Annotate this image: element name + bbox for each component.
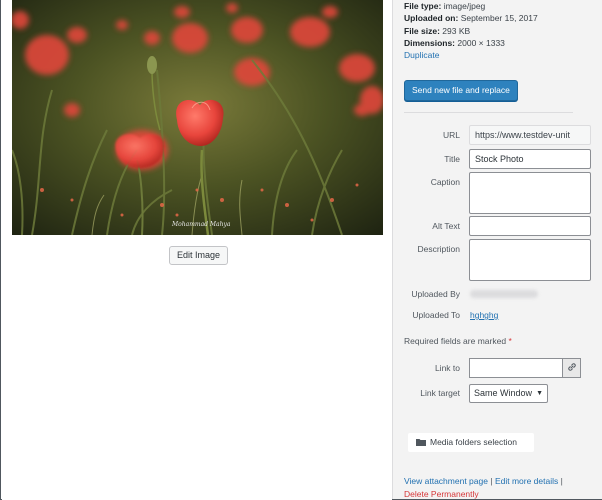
url-label: URL xyxy=(442,130,460,140)
file-meta: File type: image/jpeg Uploaded on: Septe… xyxy=(404,0,538,61)
required-star: * xyxy=(508,336,512,346)
delete-permanently-link[interactable]: Delete Permanently xyxy=(404,489,479,499)
image-preview-area: Mohammad Mahya Edit Image xyxy=(2,0,392,500)
link-to-label: Link to xyxy=(434,363,460,373)
caption-label: Caption xyxy=(430,177,460,187)
photo-watermark: Mohammad Mahya xyxy=(171,221,231,228)
title-label: Title xyxy=(444,154,460,164)
uploaded-to-label: Uploaded To xyxy=(412,310,460,320)
uploaded-by-value-redacted xyxy=(470,290,538,298)
media-folders-selection-button[interactable]: Media folders selection xyxy=(408,433,534,452)
link-to-input[interactable] xyxy=(469,358,563,378)
attachment-details-panel: Mohammad Mahya Edit Image File type: ima… xyxy=(0,0,602,500)
link-target-select[interactable]: Same Window ▼ xyxy=(469,384,548,403)
link-to-button[interactable] xyxy=(563,358,581,378)
dimensions-row: Dimensions: 2000 × 1333 xyxy=(404,37,505,48)
edit-image-button[interactable]: Edit Image xyxy=(169,246,229,265)
duplicate-link[interactable]: Duplicate xyxy=(404,50,439,60)
attachment-sidebar: File type: image/jpeg Uploaded on: Septe… xyxy=(392,0,602,499)
required-fields-note: Required fields are marked * xyxy=(404,336,512,346)
alt-text-field[interactable] xyxy=(469,216,591,236)
divider xyxy=(404,112,573,113)
link-icon xyxy=(567,362,577,374)
link-target-label: Link target xyxy=(420,388,460,398)
description-field[interactable] xyxy=(469,239,591,281)
caption-field[interactable] xyxy=(469,172,591,214)
file-size-row: File size: 293 KB xyxy=(404,25,471,36)
title-field[interactable] xyxy=(469,149,591,169)
chevron-down-icon: ▼ xyxy=(536,390,543,397)
file-type-row: File type: image/jpeg xyxy=(404,1,486,11)
attachment-image: Mohammad Mahya xyxy=(12,0,383,235)
view-attachment-page-link[interactable]: View attachment page xyxy=(404,476,488,486)
url-field[interactable]: https://www.testdev-unit xyxy=(469,125,591,145)
alt-text-label: Alt Text xyxy=(432,221,460,231)
description-label: Description xyxy=(417,244,460,254)
attachment-actions: View attachment page | Edit more details… xyxy=(404,476,563,499)
uploaded-by-label: Uploaded By xyxy=(411,289,460,299)
uploaded-on-row: Uploaded on: September 15, 2017 xyxy=(404,13,538,24)
edit-more-details-link[interactable]: Edit more details xyxy=(495,476,558,486)
send-new-file-replace-button[interactable]: Send new file and replace xyxy=(404,80,518,101)
uploaded-to-link[interactable]: hghghg xyxy=(470,310,498,320)
folder-icon xyxy=(416,434,426,453)
